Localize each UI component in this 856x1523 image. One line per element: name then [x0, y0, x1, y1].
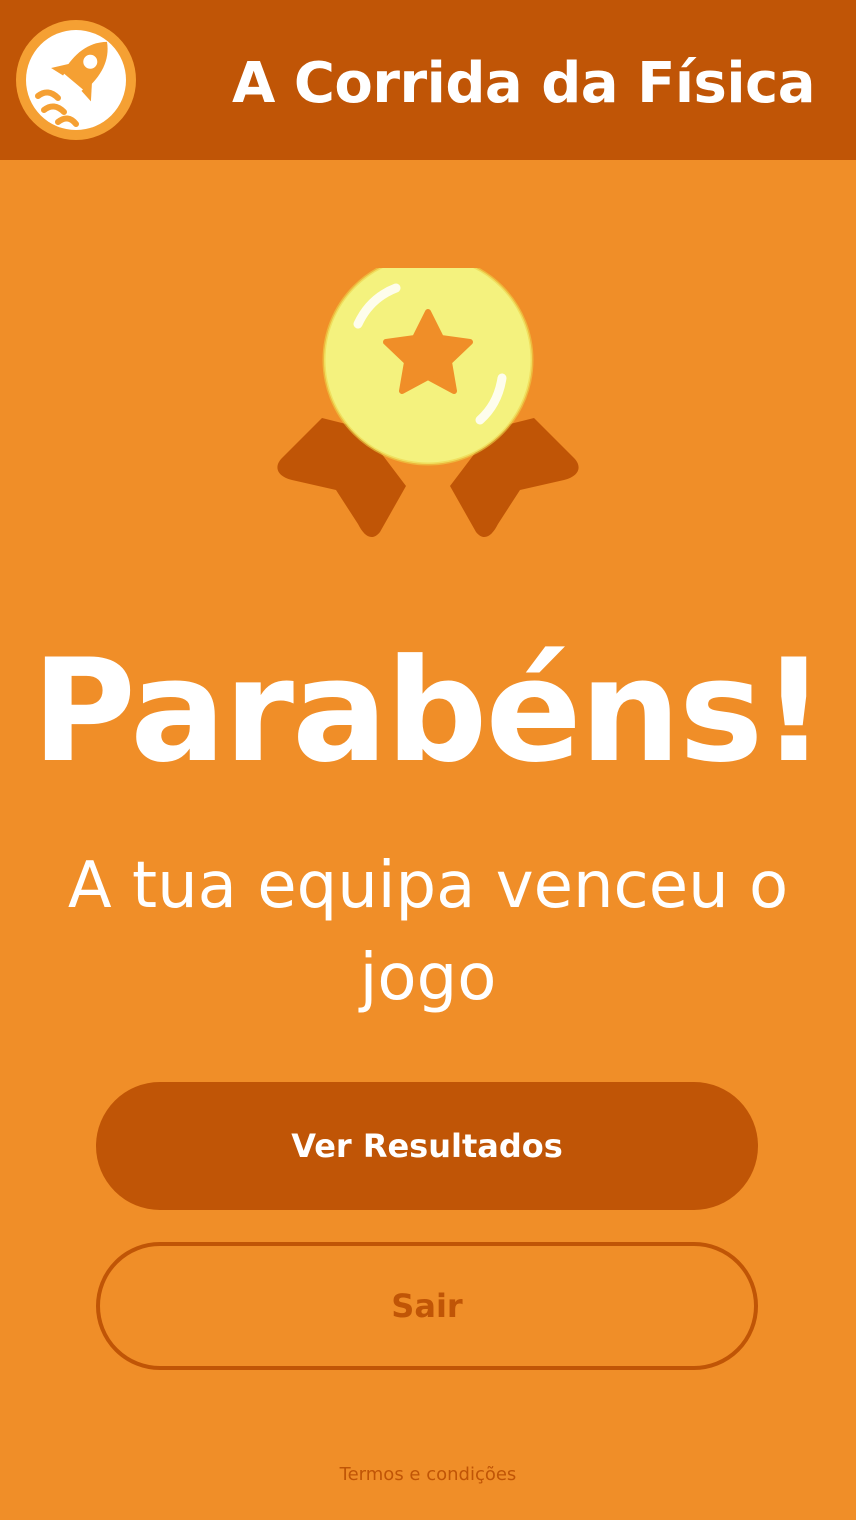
- victory-message: A tua equipa venceu o jogo: [67, 849, 789, 1015]
- app-header: A Corrida da Física: [0, 0, 856, 160]
- terms-link[interactable]: Termos e condições: [0, 1462, 856, 1488]
- medal-star-icon: [277, 268, 579, 538]
- exit-button[interactable]: Sair: [96, 1242, 758, 1370]
- rocket-icon: [16, 20, 136, 140]
- app-title: A Corrida da Física: [232, 51, 816, 116]
- victory-screen: A Corrida da Física Parabéns! A tua equi…: [0, 0, 856, 1520]
- view-results-button[interactable]: Ver Resultados: [96, 1082, 758, 1210]
- congratulations-heading: Parabéns!: [31, 629, 826, 794]
